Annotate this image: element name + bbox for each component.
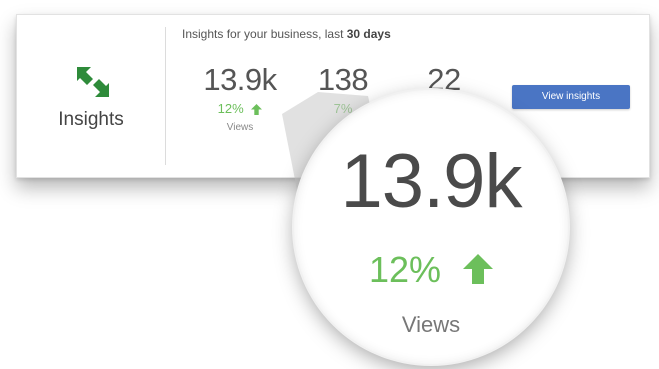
insights-screen: Insights Insights for your business, las… — [0, 0, 659, 369]
metric-change: 12% — [197, 101, 283, 117]
magnified-label: Views — [401, 312, 461, 337]
arrow-up-icon — [463, 254, 494, 285]
metric-value: 138 — [317, 62, 369, 97]
magnified-change-text: 12% — [368, 249, 442, 290]
view-insights-button[interactable]: View insights — [512, 85, 630, 109]
magnified-value: 13.9k — [340, 139, 523, 224]
subtitle-period: 30 days — [346, 27, 391, 41]
card-subtitle: Insights for your business, last 30 days — [182, 27, 391, 41]
arrow-up-icon — [251, 104, 263, 116]
insights-logo-panel: Insights — [17, 15, 165, 177]
magnified-change: 12% — [294, 250, 568, 290]
vertical-divider — [165, 27, 166, 165]
metric-value: 13.9k — [203, 62, 277, 97]
card-title: Insights — [58, 109, 124, 130]
metric-views: 13.9k 12% Views — [197, 62, 283, 134]
subtitle-text: Insights for your business, last — [182, 27, 347, 41]
magnifier-lens: 13.9k 12% Views — [294, 90, 568, 364]
metric-label: Views — [226, 122, 254, 133]
metric-change-text: 12% — [217, 101, 244, 116]
insights-arrows-icon — [77, 67, 109, 97]
metric-change-text: 7% — [333, 101, 353, 116]
